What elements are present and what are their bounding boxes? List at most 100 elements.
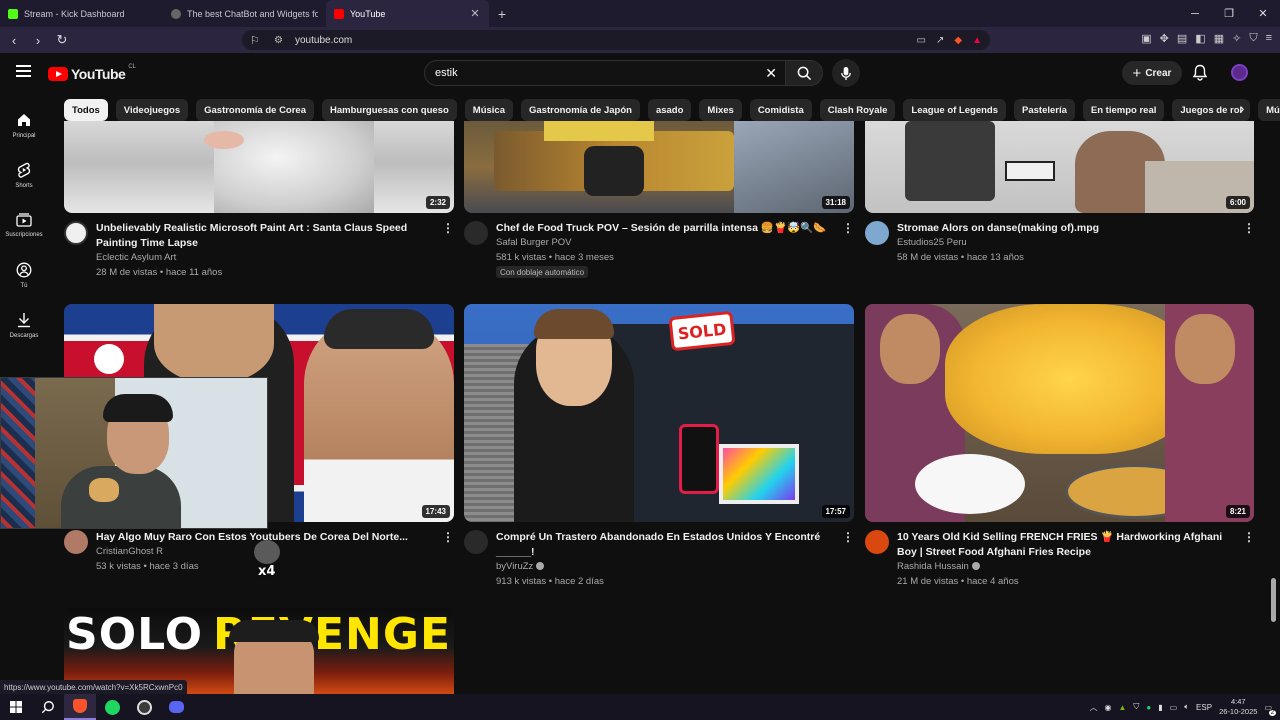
- search-taskbar-icon[interactable]: [32, 694, 64, 720]
- sidebar-item-descargas[interactable]: Descargas: [0, 300, 48, 350]
- chip-musica[interactable]: Música: [464, 99, 513, 121]
- channel-name[interactable]: Rashida Hussain: [897, 561, 980, 572]
- channel-name[interactable]: Safal Burger POV: [496, 237, 572, 248]
- windows-start-icon[interactable]: [0, 694, 32, 720]
- brave-shield-icon[interactable]: ◆: [954, 35, 962, 46]
- chip-comidista[interactable]: Comidista: [749, 99, 812, 121]
- extension-icon[interactable]: ▣: [1141, 32, 1151, 45]
- video-title[interactable]: Compré Un Trastero Abandonado En Estados…: [496, 530, 836, 560]
- restore-icon[interactable]: ❐: [1212, 0, 1246, 27]
- chip-gastronomia-japon[interactable]: Gastronomía de Japón: [521, 99, 640, 121]
- video-thumbnail[interactable]: SOLD 17:57: [464, 304, 854, 522]
- chip-league-of-legends[interactable]: League of Legends: [903, 99, 1006, 121]
- volume-icon[interactable]: 🔈︎: [1184, 702, 1189, 712]
- vpn-icon[interactable]: ⛉: [1249, 32, 1257, 45]
- spotify-icon[interactable]: [96, 694, 128, 720]
- chip-videojuegos[interactable]: Videojuegos: [115, 99, 189, 121]
- tab-kick-dashboard[interactable]: Stream - Kick Dashboard: [0, 0, 163, 27]
- address-bar[interactable]: ⚐ ⚙ youtube.com ▭ ↗ ◆ ▲: [242, 30, 990, 50]
- youtube-logo[interactable]: YouTube CL: [48, 64, 136, 82]
- new-tab-button[interactable]: +: [489, 0, 515, 27]
- search-button[interactable]: [785, 60, 823, 86]
- media-icon[interactable]: ▤: [1177, 32, 1187, 45]
- bookmark-icon[interactable]: ⚐: [250, 34, 260, 47]
- leo-ai-icon[interactable]: ✧: [1232, 32, 1241, 45]
- video-title[interactable]: Stromae Alors on danse(making of).mpg: [897, 221, 1237, 236]
- sidebar-item-principal[interactable]: Principal: [0, 100, 48, 150]
- create-button[interactable]: + Crear: [1122, 61, 1182, 85]
- cast-icon[interactable]: ▭: [917, 35, 926, 46]
- show-hidden-icons-icon[interactable]: ︿: [1090, 702, 1098, 713]
- chip-pasteleria[interactable]: Pastelería: [1014, 99, 1075, 121]
- chip-asado[interactable]: asado: [647, 99, 692, 121]
- back-button[interactable]: ‹: [4, 30, 24, 50]
- more-options-icon[interactable]: ⋮: [442, 530, 454, 544]
- security-tray-icon[interactable]: ⛉: [1133, 702, 1139, 712]
- site-settings-icon[interactable]: ⚙: [274, 35, 283, 46]
- network-icon[interactable]: ▭: [1170, 703, 1178, 712]
- brave-taskbar-icon[interactable]: [64, 694, 96, 720]
- video-thumbnail[interactable]: 31:18: [464, 121, 854, 213]
- close-window-icon[interactable]: ✕: [1246, 0, 1280, 27]
- channel-avatar[interactable]: [865, 530, 889, 554]
- close-tab-icon[interactable]: ✕: [469, 7, 481, 20]
- video-thumbnail[interactable]: 6:00: [865, 121, 1254, 213]
- chip-clash-royale[interactable]: Clash Royale: [819, 99, 896, 121]
- wallet-icon[interactable]: ▦: [1214, 32, 1224, 45]
- forward-button[interactable]: ›: [28, 30, 48, 50]
- chip-gastronomia-corea[interactable]: Gastronomía de Corea: [196, 99, 314, 121]
- discord-icon[interactable]: [160, 694, 192, 720]
- minimize-icon[interactable]: ─: [1178, 0, 1212, 27]
- chip-en-tiempo-real[interactable]: En tiempo real: [1082, 99, 1165, 121]
- video-thumbnail[interactable]: 8:21: [865, 304, 1254, 522]
- channel-avatar[interactable]: [464, 221, 488, 245]
- puzzle-icon[interactable]: ✥: [1160, 32, 1169, 45]
- status-tray-icon[interactable]: ●: [1146, 703, 1151, 712]
- video-title[interactable]: Unbelievably Realistic Microsoft Paint A…: [96, 221, 436, 251]
- language-indicator[interactable]: ESP: [1196, 703, 1212, 712]
- chip-musica-2[interactable]: Músic: [1258, 99, 1280, 121]
- channel-name[interactable]: Estudios25 Peru: [897, 237, 967, 248]
- channel-avatar[interactable]: [464, 530, 488, 554]
- nvidia-tray-icon[interactable]: ▲: [1119, 703, 1127, 712]
- tab-youtube[interactable]: YouTube ✕: [326, 0, 489, 27]
- channel-avatar[interactable]: [64, 530, 88, 554]
- more-options-icon[interactable]: ⋮: [842, 221, 854, 235]
- search-input[interactable]: estik ✕: [424, 60, 786, 86]
- chip-mixes[interactable]: Mixes: [699, 99, 742, 121]
- notifications-button[interactable]: [1192, 64, 1208, 86]
- channel-name[interactable]: Eclectic Asylum Art: [96, 252, 176, 263]
- menu-icon[interactable]: ≡: [1266, 32, 1272, 45]
- chip-hamburguesas[interactable]: Hamburguesas con queso: [322, 99, 457, 121]
- sidebar-item-shorts[interactable]: Shorts: [0, 150, 48, 200]
- more-options-icon[interactable]: ⋮: [442, 221, 454, 235]
- chip-juegos-de-rol[interactable]: Juegos de rol: [1172, 99, 1251, 121]
- more-options-icon[interactable]: ⋮: [1243, 530, 1255, 544]
- video-title[interactable]: 10 Years Old Kid Selling FRENCH FRIES 🍟 …: [897, 530, 1237, 560]
- sidebar-toggle-icon[interactable]: ◧: [1195, 32, 1205, 45]
- video-title[interactable]: Chef de Food Truck POV – Sesión de parri…: [496, 221, 836, 236]
- obs-icon[interactable]: [128, 694, 160, 720]
- video-thumbnail[interactable]: 2:32: [64, 121, 454, 213]
- more-options-icon[interactable]: ⋮: [842, 530, 854, 544]
- channel-name[interactable]: CristianGhost R: [96, 546, 163, 557]
- chevron-right-icon[interactable]: ›: [1240, 101, 1244, 116]
- microphone-tray-icon[interactable]: ▮: [1158, 703, 1162, 712]
- share-icon[interactable]: ↗: [936, 35, 944, 46]
- clear-search-icon[interactable]: ✕: [765, 65, 777, 82]
- more-options-icon[interactable]: ⋮: [1243, 221, 1255, 235]
- reload-button[interactable]: ↻: [52, 30, 72, 50]
- sidebar-item-tu[interactable]: Tú: [0, 250, 48, 300]
- account-avatar[interactable]: [1231, 64, 1248, 81]
- channel-avatar[interactable]: [64, 221, 88, 245]
- brave-rewards-icon[interactable]: ▲: [972, 35, 982, 46]
- chip-todos[interactable]: Todos: [64, 99, 108, 121]
- voice-search-button[interactable]: [832, 59, 860, 87]
- channel-name[interactable]: byViruZz: [496, 561, 545, 572]
- tab-chatbot[interactable]: The best ChatBot and Widgets for Ki: [163, 0, 326, 27]
- sidebar-item-suscripciones[interactable]: Suscripciones: [0, 200, 48, 250]
- channel-avatar[interactable]: [865, 221, 889, 245]
- steam-tray-icon[interactable]: ◉: [1105, 703, 1112, 712]
- notification-center-icon[interactable]: ▭ 2: [1264, 703, 1276, 716]
- guide-menu-icon[interactable]: [16, 65, 31, 77]
